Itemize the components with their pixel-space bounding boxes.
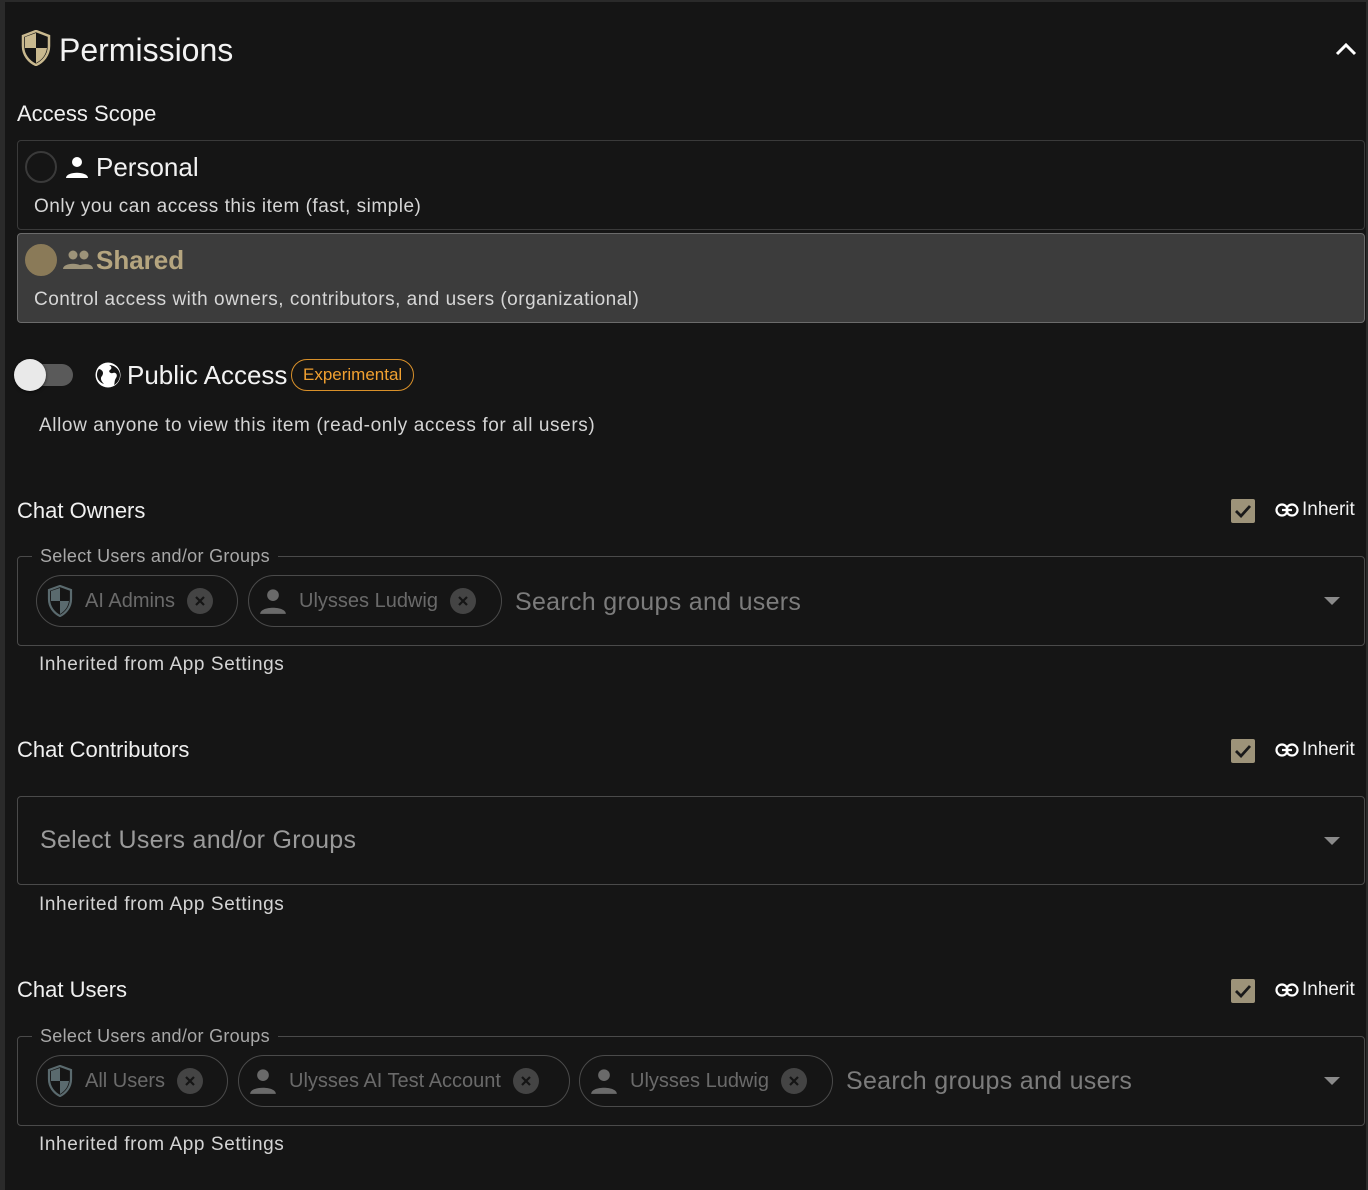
remove-chip-button[interactable] xyxy=(449,588,476,614)
close-icon xyxy=(185,1076,195,1086)
link-icon xyxy=(1275,983,1299,997)
chat-owners-inherit[interactable]: Inherit xyxy=(1275,498,1355,522)
link-icon xyxy=(1275,503,1299,517)
chat-owners-inherit-label: Inherit xyxy=(1302,499,1355,520)
globe-icon xyxy=(95,362,121,388)
shared-title: Shared xyxy=(96,245,185,275)
chip-label: All Users xyxy=(85,1070,166,1092)
shared-description: Control access with owners, contributors… xyxy=(34,289,640,310)
chip-label: Ulysses AI Test Account xyxy=(289,1070,501,1092)
chat-owners-select[interactable]: Select Users and/or Groups AI Admins Uly… xyxy=(17,545,1365,646)
chat-contributors-inherit[interactable]: Inherit xyxy=(1275,738,1355,762)
access-scope-label: Access Scope xyxy=(17,101,157,126)
remove-chip-button[interactable] xyxy=(187,588,214,614)
chat-users-label: Chat Users xyxy=(17,977,128,1002)
dropdown-caret[interactable] xyxy=(1324,597,1340,605)
remove-chip-button[interactable] xyxy=(177,1068,204,1094)
chat-users-inherit-label: Inherit xyxy=(1302,979,1355,1000)
chat-users-inherit[interactable]: Inherit xyxy=(1275,978,1355,1002)
chat-users-select[interactable]: Select Users and/or Groups All Users Uly… xyxy=(17,1025,1365,1126)
check-icon xyxy=(1235,745,1252,758)
chip-ai-admins[interactable]: AI Admins xyxy=(36,575,238,627)
chat-owners-label: Chat Owners xyxy=(17,498,146,523)
remove-chip-button[interactable] xyxy=(512,1068,539,1094)
shared-radio[interactable] xyxy=(25,244,57,276)
link-icon xyxy=(1275,743,1299,757)
chat-owners-helper: Inherited from App Settings xyxy=(39,654,285,675)
chat-contributors-inherit-checkbox[interactable] xyxy=(1231,739,1255,763)
chip-label: Ulysses Ludwig xyxy=(299,590,438,612)
search-input[interactable]: Search groups and users xyxy=(846,1066,1132,1096)
search-input[interactable]: Search groups and users xyxy=(515,587,801,617)
chat-contributors-label: Chat Contributors xyxy=(17,737,190,762)
shield-icon xyxy=(21,30,51,66)
close-icon xyxy=(789,1076,799,1086)
experimental-badge: Experimental xyxy=(291,359,415,391)
person-icon xyxy=(591,1069,617,1094)
chip-ulysses-ai-test-account[interactable]: Ulysses AI Test Account xyxy=(238,1055,570,1107)
chip-label: Ulysses Ludwig xyxy=(630,1070,769,1092)
check-icon xyxy=(1235,505,1252,518)
close-icon xyxy=(458,596,468,606)
scope-option-personal[interactable]: Personal Only you can access this item (… xyxy=(17,140,1365,230)
chip-label: AI Admins xyxy=(85,590,176,612)
panel-title: Permissions xyxy=(59,32,234,68)
scope-option-shared[interactable]: Shared Control access with owners, contr… xyxy=(17,233,1365,323)
dropdown-caret[interactable] xyxy=(1324,1077,1340,1085)
collapse-button[interactable] xyxy=(1331,34,1361,64)
personal-title: Personal xyxy=(96,152,199,182)
chat-users-inherit-checkbox[interactable] xyxy=(1231,979,1255,1003)
dropdown-caret[interactable] xyxy=(1324,837,1340,845)
personal-description: Only you can access this item (fast, sim… xyxy=(34,196,422,217)
person-icon xyxy=(260,589,286,614)
check-icon xyxy=(1235,985,1252,998)
remove-chip-button[interactable] xyxy=(780,1068,807,1094)
personal-radio[interactable] xyxy=(25,151,57,183)
person-icon xyxy=(250,1069,276,1094)
chat-contributors-select[interactable]: Select Users and/or Groups xyxy=(17,796,1365,885)
chip-ulysses-ludwig[interactable]: Ulysses Ludwig xyxy=(579,1055,833,1107)
public-access-toggle-thumb[interactable] xyxy=(14,359,46,391)
chat-contributors-placeholder: Select Users and/or Groups xyxy=(40,826,357,854)
chat-users-field-label: Select Users and/or Groups xyxy=(32,1025,278,1047)
chevron-up-icon xyxy=(1335,42,1357,56)
chat-owners-field-label: Select Users and/or Groups xyxy=(32,545,278,567)
chip-ulysses-ludwig[interactable]: Ulysses Ludwig xyxy=(248,575,502,627)
group-icon xyxy=(63,250,93,269)
public-access-label: Public Access xyxy=(127,360,288,390)
close-icon xyxy=(195,596,205,606)
permissions-panel: Permissions Access Scope Personal Only y… xyxy=(0,0,1368,1190)
shield-icon xyxy=(47,1065,73,1097)
chip-all-users[interactable]: All Users xyxy=(36,1055,228,1107)
chat-contributors-inherit-label: Inherit xyxy=(1302,739,1355,760)
close-icon xyxy=(521,1076,531,1086)
person-icon xyxy=(66,157,88,178)
public-access-description: Allow anyone to view this item (read-onl… xyxy=(39,415,596,436)
shield-icon xyxy=(47,585,73,617)
chat-contributors-helper: Inherited from App Settings xyxy=(39,894,285,915)
chat-owners-inherit-checkbox[interactable] xyxy=(1231,499,1255,523)
chat-users-helper: Inherited from App Settings xyxy=(39,1134,285,1155)
